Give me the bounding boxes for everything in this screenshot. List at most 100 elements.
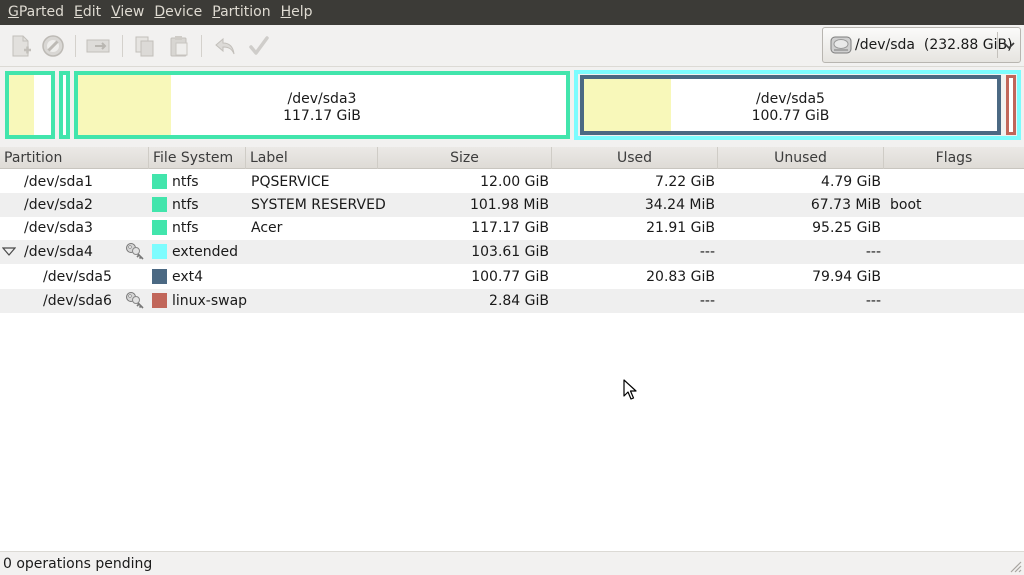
cell-size: 101.98 MiB xyxy=(469,197,549,213)
column-header-used[interactable]: Used xyxy=(552,147,718,169)
toolbar: /dev/sda (232.88 GiB) xyxy=(0,25,1024,67)
fs-color-swatch xyxy=(152,269,167,284)
menu-edit[interactable]: Edit xyxy=(69,0,106,25)
cell-flags: boot xyxy=(890,197,922,213)
toolbar-separator xyxy=(201,35,202,57)
column-header-flags[interactable]: Flags xyxy=(884,147,1024,169)
diskmap-sda3-size: 117.17 GiB xyxy=(283,108,361,124)
fs-color-swatch xyxy=(152,293,167,308)
paste-icon xyxy=(170,36,188,57)
table-row[interactable]: /dev/sda2 ntfs SYSTEM RESERVED 101.98 Mi… xyxy=(0,193,1024,217)
apply-icon xyxy=(249,36,269,55)
toolbar-separator xyxy=(75,35,76,57)
cell-size: 117.17 GiB xyxy=(471,220,549,236)
diskmap-sda4-extended[interactable]: /dev/sda5 100.77 GiB xyxy=(574,70,1021,140)
cell-used: 34.24 MiB xyxy=(644,197,715,213)
cell-unused: 95.25 GiB xyxy=(812,220,881,236)
menu-gparted[interactable]: GParted xyxy=(3,0,69,25)
device-selector[interactable]: /dev/sda (232.88 GiB) xyxy=(822,27,1021,63)
disk-map: /dev/sda3 117.17 GiB /dev/sda5 100.77 Gi… xyxy=(0,67,1024,147)
copy-icon xyxy=(135,36,154,57)
column-header-partition[interactable]: Partition xyxy=(0,147,149,169)
column-header-label[interactable]: Label xyxy=(246,147,378,169)
cell-size: 100.77 GiB xyxy=(471,269,549,285)
fs-color-swatch xyxy=(152,244,167,259)
expander-triangle-icon[interactable] xyxy=(2,245,16,259)
device-selector-label: /dev/sda (232.88 GiB) xyxy=(855,37,1013,53)
table-header: Partition File System Label Size Used Un… xyxy=(0,147,1024,169)
column-header-size[interactable]: Size xyxy=(378,147,552,169)
delete-partition-icon xyxy=(42,35,64,57)
cell-partition: /dev/sda6 xyxy=(43,293,112,309)
menu-partition[interactable]: Partition xyxy=(207,0,275,25)
menu-device[interactable]: Device xyxy=(149,0,207,25)
resize-move-button[interactable] xyxy=(85,33,111,59)
cell-filesystem: linux-swap xyxy=(172,293,248,309)
resize-move-icon xyxy=(86,39,110,53)
fs-color-swatch xyxy=(152,174,167,189)
apply-button[interactable] xyxy=(246,33,272,59)
paste-button[interactable] xyxy=(166,33,192,59)
cell-filesystem: ext4 xyxy=(172,269,204,285)
diskmap-sda2[interactable] xyxy=(59,71,70,139)
cell-filesystem: ntfs xyxy=(172,220,199,236)
table-row[interactable]: /dev/sda4 extended 103.61 GiB --- --- xyxy=(0,240,1024,264)
fs-color-swatch xyxy=(152,220,167,235)
status-bar: 0 operations pending xyxy=(0,551,1024,575)
cell-partition: /dev/sda4 xyxy=(24,244,93,260)
cell-label: SYSTEM RESERVED xyxy=(251,197,386,213)
cell-used: --- xyxy=(699,244,715,260)
resize-grip-icon[interactable] xyxy=(1008,559,1022,573)
partition-table: Partition File System Label Size Used Un… xyxy=(0,147,1024,551)
cell-partition: /dev/sda3 xyxy=(24,220,93,236)
cell-used: 20.83 GiB xyxy=(646,269,715,285)
cell-unused: 4.79 GiB xyxy=(821,174,881,190)
table-row[interactable]: /dev/sda5 ext4 100.77 GiB 20.83 GiB 79.9… xyxy=(0,265,1024,289)
fs-color-swatch xyxy=(152,197,167,212)
diskmap-sda5[interactable]: /dev/sda5 100.77 GiB xyxy=(580,75,1001,135)
combo-separator xyxy=(997,32,998,58)
diskmap-sda6[interactable] xyxy=(1006,75,1016,135)
copy-button[interactable] xyxy=(132,33,158,59)
diskmap-sda5-name: /dev/sda5 xyxy=(756,91,825,107)
column-header-unused[interactable]: Unused xyxy=(718,147,884,169)
diskmap-sda1-used xyxy=(9,75,35,135)
diskmap-sda5-size: 100.77 GiB xyxy=(751,108,830,124)
undo-icon xyxy=(215,37,235,55)
cell-used: --- xyxy=(699,293,715,309)
table-row[interactable]: /dev/sda6 linux-swap 2.84 GiB --- --- xyxy=(0,289,1024,313)
cell-partition: /dev/sda1 xyxy=(24,174,93,190)
menu-bar: GParted Edit View Device Partition Help xyxy=(0,0,1024,25)
diskmap-sda3[interactable]: /dev/sda3 117.17 GiB xyxy=(74,71,570,139)
status-text: 0 operations pending xyxy=(3,556,153,572)
cell-unused: --- xyxy=(865,293,881,309)
column-header-filesystem[interactable]: File System xyxy=(149,147,246,169)
menu-help[interactable]: Help xyxy=(276,0,318,25)
undo-button[interactable] xyxy=(212,33,238,59)
cell-size: 2.84 GiB xyxy=(489,293,549,309)
cell-partition: /dev/sda2 xyxy=(24,197,93,213)
cell-filesystem: extended xyxy=(172,244,239,260)
mouse-pointer-icon xyxy=(623,379,637,400)
new-partition-button[interactable] xyxy=(8,33,34,59)
cell-unused: --- xyxy=(865,244,881,260)
cell-used: 21.91 GiB xyxy=(646,220,715,236)
cell-label: Acer xyxy=(251,220,283,236)
menu-view[interactable]: View xyxy=(106,0,149,25)
delete-partition-button[interactable] xyxy=(40,33,66,59)
cell-partition: /dev/sda5 xyxy=(43,269,112,285)
cell-filesystem: ntfs xyxy=(172,197,199,213)
diskmap-sda3-name: /dev/sda3 xyxy=(287,91,357,107)
key-lock-icon xyxy=(126,292,144,309)
diskmap-sda1[interactable] xyxy=(5,71,55,139)
toolbar-separator xyxy=(122,35,123,57)
table-row[interactable]: /dev/sda1 ntfs PQSERVICE 12.00 GiB 7.22 … xyxy=(0,170,1024,194)
chevron-down-icon xyxy=(1003,42,1015,50)
table-row[interactable]: /dev/sda3 ntfs Acer 117.17 GiB 21.91 GiB… xyxy=(0,216,1024,240)
key-lock-icon xyxy=(126,243,144,260)
cell-size: 12.00 GiB xyxy=(480,174,549,190)
cell-unused: 67.73 MiB xyxy=(810,197,881,213)
cell-size: 103.61 GiB xyxy=(471,244,549,260)
harddisk-icon xyxy=(830,36,852,54)
cell-label: PQSERVICE xyxy=(251,174,330,190)
